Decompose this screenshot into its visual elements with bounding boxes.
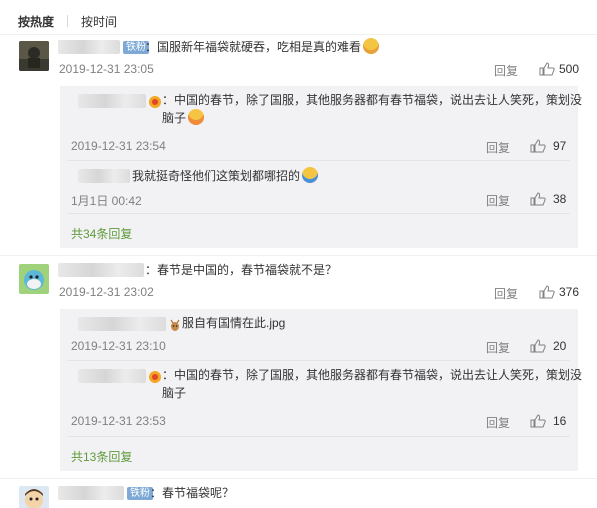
reply-button[interactable]: 回复	[486, 139, 510, 156]
like-count: 16	[553, 414, 567, 428]
reply-text: ：中国的春节，除了国服，其他服务器都有春节福袋，说出去让人笑死，策划没脑子	[162, 368, 583, 400]
like-icon[interactable]	[539, 62, 555, 76]
reply-divider	[68, 436, 570, 437]
like-icon[interactable]	[530, 414, 546, 428]
comment-divider	[0, 255, 597, 256]
reply-divider	[68, 160, 570, 161]
vip-icon	[149, 371, 161, 383]
comment-text: ：国服新年福袋就硬吞，吃相是真的难看	[145, 38, 380, 56]
username-blurred[interactable]	[78, 369, 146, 383]
like-icon[interactable]	[539, 285, 555, 299]
reply-button[interactable]: 回复	[486, 414, 510, 431]
emoji-icon	[188, 109, 205, 125]
avatar[interactable]	[19, 264, 49, 294]
username-blurred[interactable]	[58, 40, 120, 54]
emoji-icon	[302, 167, 319, 183]
reply-button[interactable]: 回复	[494, 62, 518, 79]
view-more-replies-link[interactable]: 共13条回复	[71, 448, 132, 465]
reply-text: ：中国的春节，除了国服，其他服务器都有春节福袋，说出去让人笑死，策划没脑子	[162, 91, 582, 127]
sort-by-hot-tab[interactable]: 按热度	[18, 13, 54, 30]
view-more-replies-link[interactable]: 共34条回复	[71, 225, 132, 242]
username-blurred[interactable]	[78, 169, 130, 183]
reply-button[interactable]: 回复	[494, 285, 518, 302]
like-icon[interactable]	[530, 139, 546, 153]
like-count: 97	[553, 139, 567, 153]
comment-text: ：春节福袋呢？	[150, 486, 235, 500]
comment-divider	[0, 478, 597, 479]
reply-text-content: ：中国的春节，除了国服，其他服务器都有春节福袋，说出去让人笑死，策划没脑子	[162, 93, 583, 125]
reply-text: 服自有国情在此.jpg	[182, 316, 286, 330]
reply-time: 1月1日 00:42	[71, 194, 142, 208]
comment-time: 2019-12-31 23:05	[59, 62, 154, 76]
like-count: 500	[559, 62, 580, 76]
username-blurred[interactable]	[58, 263, 144, 277]
comment-time: 2019-12-31 23:02	[59, 285, 154, 299]
username-blurred[interactable]	[58, 486, 124, 500]
avatar[interactable]	[19, 41, 49, 71]
vip-icon	[149, 96, 161, 108]
replies-box: ：中国的春节，除了国服，其他服务器都有春节福袋，说出去让人笑死，策划没脑子 20…	[60, 86, 582, 248]
avatar[interactable]	[19, 486, 49, 508]
reply-divider	[68, 360, 570, 361]
reply-divider	[68, 213, 570, 214]
deer-icon	[170, 319, 180, 331]
sort-by-time-tab[interactable]: 按时间	[81, 13, 117, 30]
reply-time: 2019-12-31 23:53	[71, 414, 166, 428]
header-divider	[0, 34, 597, 35]
like-count: 38	[553, 192, 567, 206]
like-count: 20	[553, 339, 567, 353]
replies-box: 服自有国情在此.jpg 2019-12-31 23:10 回复 20 ：中国的春…	[60, 309, 582, 471]
reply-text: 我就挺奇怪他们这策划都哪招的	[132, 167, 319, 185]
reply-button[interactable]: 回复	[486, 339, 510, 356]
sort-divider	[67, 15, 69, 27]
username-blurred[interactable]	[78, 94, 146, 108]
comment-text-content: ：国服新年福袋就硬吞，吃相是真的难看	[145, 40, 362, 54]
emoji-icon	[363, 38, 380, 54]
reply-text-content: 我就挺奇怪他们这策划都哪招的	[132, 169, 301, 183]
comment-text: ：春节是中国的，春节福袋就不是？	[145, 263, 338, 277]
username-blurred[interactable]	[78, 317, 166, 331]
reply-time: 2019-12-31 23:10	[71, 339, 166, 353]
like-icon[interactable]	[530, 339, 546, 353]
like-icon[interactable]	[530, 192, 546, 206]
like-count: 376	[559, 285, 580, 299]
reply-button[interactable]: 回复	[486, 192, 510, 209]
sort-bar: 按热度 按时间	[18, 12, 117, 30]
reply-time: 2019-12-31 23:54	[71, 139, 166, 153]
